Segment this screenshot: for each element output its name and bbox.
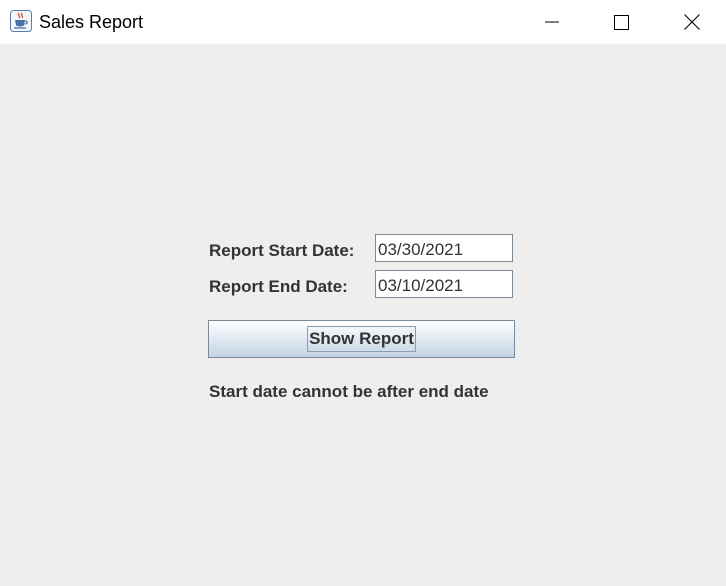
show-report-label: Show Report	[307, 326, 416, 352]
start-date-field[interactable]	[375, 234, 513, 262]
show-report-button[interactable]: Show Report	[208, 320, 515, 358]
close-icon	[684, 14, 700, 30]
start-date-label: Report Start Date:	[209, 241, 355, 260]
minimize-button[interactable]	[519, 0, 585, 44]
window-title: Sales Report	[39, 12, 144, 32]
sales-report-window: Sales Report Report Start Date: Report E…	[0, 0, 726, 586]
minimize-icon	[545, 21, 559, 23]
validation-message: Start date cannot be after end date	[209, 382, 489, 401]
maximize-button[interactable]	[588, 0, 654, 44]
end-date-field[interactable]	[375, 270, 513, 298]
maximize-icon	[613, 14, 629, 30]
java-coffee-cup-icon[interactable]	[10, 10, 32, 32]
title-bar[interactable]: Sales Report	[0, 0, 726, 44]
end-date-label: Report End Date:	[209, 277, 348, 296]
report-form-panel: Report Start Date: Report End Date: Show…	[0, 44, 726, 586]
close-button[interactable]	[659, 0, 725, 44]
